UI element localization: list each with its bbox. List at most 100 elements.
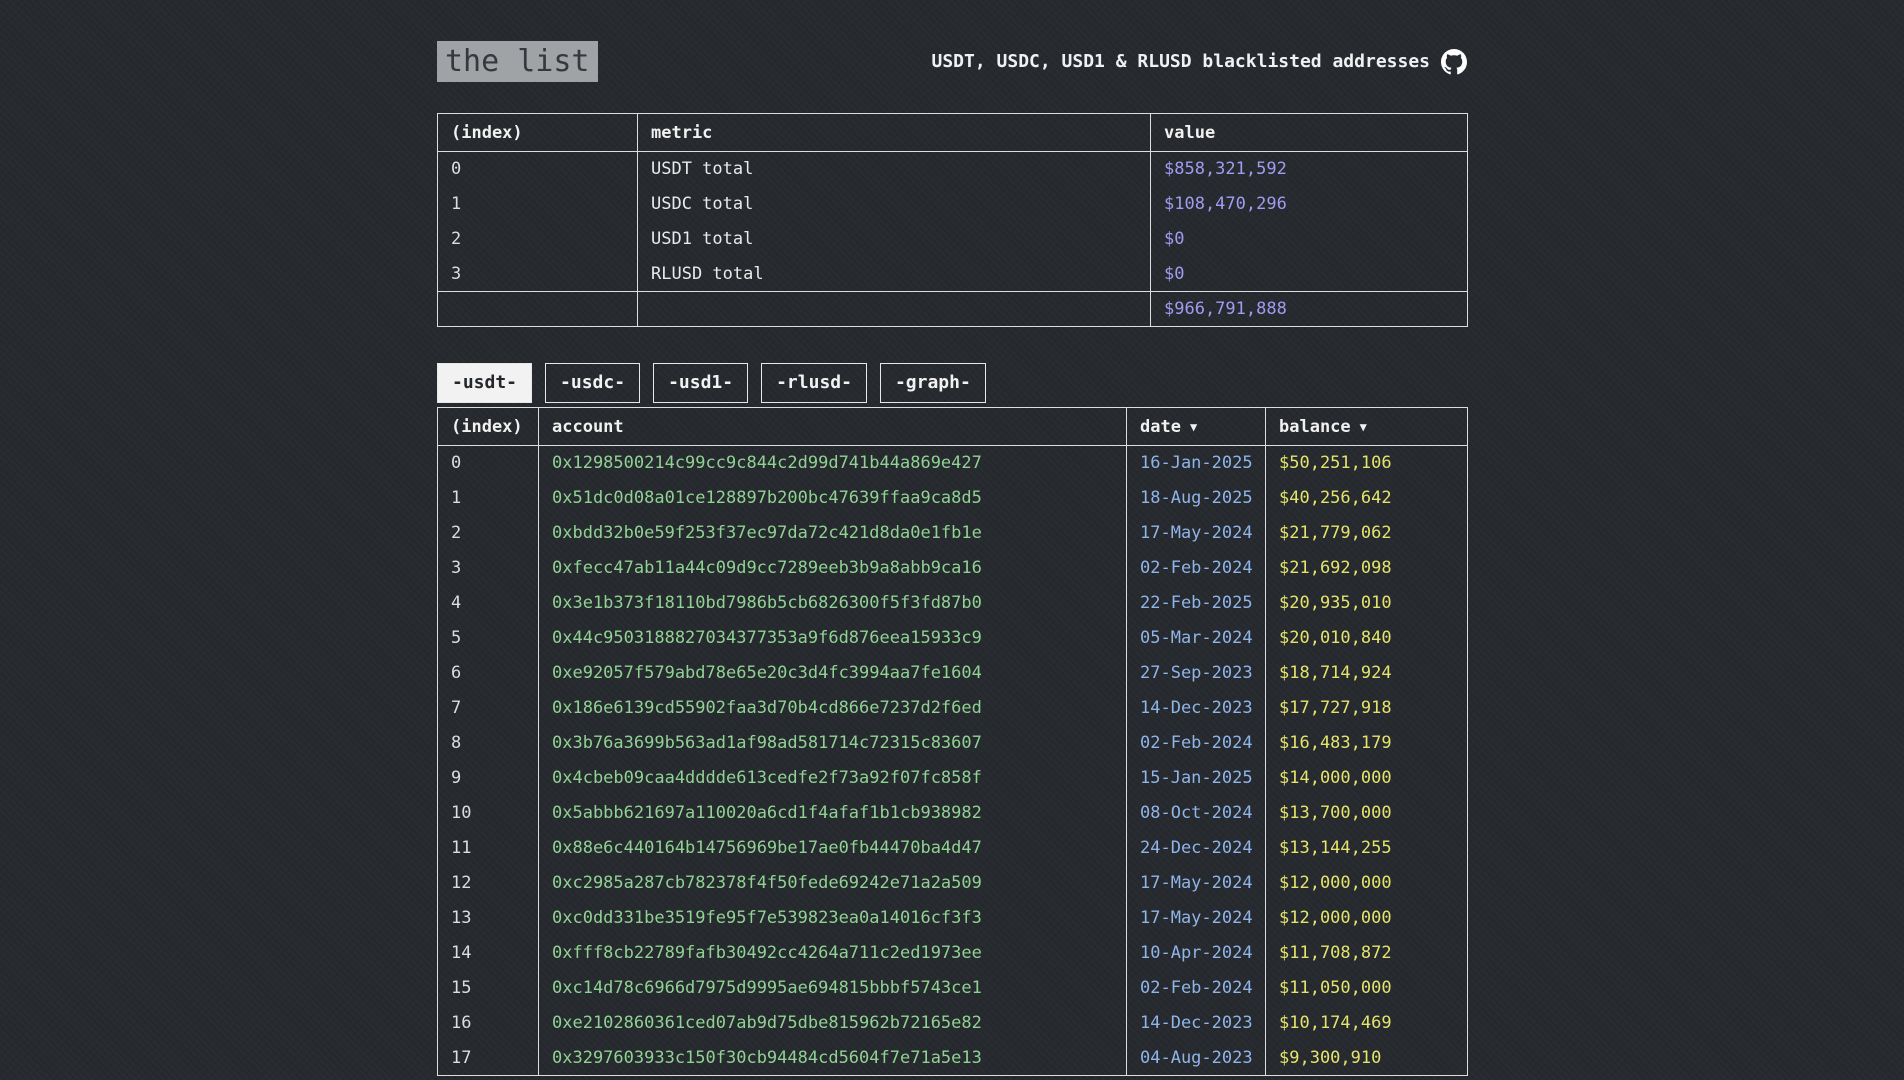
accounts-row-address: 0xe2102860361ced07ab9d75dbe815962b72165e… <box>539 1006 1127 1041</box>
accounts-row: 17 0x3297603933c150f30cb94484cd5604f7e71… <box>438 1041 1468 1076</box>
tab-button[interactable]: -rlusd- <box>761 363 867 403</box>
accounts-row-address: 0x3e1b373f18110bd7986b5cb6826300f5f3fd87… <box>539 586 1127 621</box>
accounts-row-index: 3 <box>438 551 539 586</box>
accounts-row-address: 0x51dc0d08a01ce128897b200bc47639ffaa9ca8… <box>539 481 1127 516</box>
accounts-row-address: 0x3b76a3699b563ad1af98ad581714c72315c836… <box>539 726 1127 761</box>
accounts-row-date: 14-Dec-2023 <box>1127 691 1266 726</box>
summary-row-value: $0 <box>1151 257 1468 292</box>
accounts-row-balance: $17,727,918 <box>1266 691 1468 726</box>
accounts-row-address: 0x44c9503188827034377353a9f6d876eea15933… <box>539 621 1127 656</box>
summary-total-index-cell <box>438 292 638 327</box>
col-label: (index) <box>451 417 523 437</box>
accounts-row-balance: $21,692,098 <box>1266 551 1468 586</box>
accounts-row: 1 0x51dc0d08a01ce128897b200bc47639ffaa9c… <box>438 481 1468 516</box>
accounts-row-address: 0x3297603933c150f30cb94484cd5604f7e71a5e… <box>539 1041 1127 1076</box>
accounts-row-date: 17-May-2024 <box>1127 901 1266 936</box>
accounts-row-index: 2 <box>438 516 539 551</box>
github-icon <box>1441 49 1467 75</box>
accounts-row-address: 0x5abbb621697a110020a6cd1f4afaf1b1cb9389… <box>539 796 1127 831</box>
accounts-row-address: 0xfecc47ab11a44c09d9cc7289eeb3b9a8abb9ca… <box>539 551 1127 586</box>
accounts-row: 10 0x5abbb621697a110020a6cd1f4afaf1b1cb9… <box>438 796 1468 831</box>
accounts-row-date: 17-May-2024 <box>1127 516 1266 551</box>
accounts-row-balance: $9,300,910 <box>1266 1041 1468 1076</box>
accounts-row-balance: $11,708,872 <box>1266 936 1468 971</box>
subtitle: USDT, USDC, USD1 & RLUSD blacklisted add… <box>932 49 1468 75</box>
summary-total-metric-cell <box>638 292 1151 327</box>
col-label: balance <box>1279 417 1351 437</box>
summary-header-row: (index) metric value <box>438 114 1468 152</box>
sort-desc-icon: ▼ <box>1190 420 1197 434</box>
summary-row-index: 0 <box>438 152 638 187</box>
accounts-row-balance: $10,174,469 <box>1266 1006 1468 1041</box>
accounts-row: 15 0xc14d78c6966d7975d9995ae694815bbbf57… <box>438 971 1468 1006</box>
accounts-row-date: 14-Dec-2023 <box>1127 1006 1266 1041</box>
accounts-row-date: 24-Dec-2024 <box>1127 831 1266 866</box>
tab-button[interactable]: -graph- <box>880 363 986 403</box>
summary-col-value: value <box>1151 114 1468 152</box>
accounts-row-date: 02-Feb-2024 <box>1127 971 1266 1006</box>
accounts-row-balance: $18,714,924 <box>1266 656 1468 691</box>
github-link[interactable] <box>1441 49 1467 75</box>
accounts-row-index: 5 <box>438 621 539 656</box>
col-label: date <box>1140 417 1181 437</box>
tab-bar: -usdt- -usdc- -usd1- -rlusd- -graph- <box>437 363 1467 403</box>
accounts-row: 6 0xe92057f579abd78e65e20c3d4fc3994aa7fe… <box>438 656 1468 691</box>
summary-row: 3 RLUSD total $0 <box>438 257 1468 292</box>
summary-row-metric: USDC total <box>638 187 1151 222</box>
summary-row-value: $858,321,592 <box>1151 152 1468 187</box>
accounts-row: 8 0x3b76a3699b563ad1af98ad581714c72315c8… <box>438 726 1468 761</box>
accounts-row-date: 16-Jan-2025 <box>1127 446 1266 481</box>
page-title-text: the list <box>437 41 598 82</box>
summary-table: (index) metric value 0 USDT total $858,3… <box>437 113 1468 327</box>
accounts-row-index: 14 <box>438 936 539 971</box>
accounts-row-index: 15 <box>438 971 539 1006</box>
accounts-row-balance: $21,779,062 <box>1266 516 1468 551</box>
accounts-row-date: 18-Aug-2025 <box>1127 481 1266 516</box>
accounts-col-account: account <box>539 408 1127 446</box>
accounts-row: 3 0xfecc47ab11a44c09d9cc7289eeb3b9a8abb9… <box>438 551 1468 586</box>
accounts-row-index: 6 <box>438 656 539 691</box>
accounts-col-balance[interactable]: balance▼ <box>1266 408 1468 446</box>
accounts-row-date: 17-May-2024 <box>1127 866 1266 901</box>
summary-total-row: $966,791,888 <box>438 292 1468 327</box>
accounts-row-index: 10 <box>438 796 539 831</box>
accounts-row-date: 05-Mar-2024 <box>1127 621 1266 656</box>
summary-row-index: 2 <box>438 222 638 257</box>
accounts-row-index: 7 <box>438 691 539 726</box>
accounts-col-date[interactable]: date ▼ <box>1127 408 1266 446</box>
accounts-row-index: 17 <box>438 1041 539 1076</box>
accounts-row-date: 22-Feb-2025 <box>1127 586 1266 621</box>
subtitle-text: USDT, USDC, USD1 & RLUSD blacklisted add… <box>932 51 1431 72</box>
accounts-row-index: 4 <box>438 586 539 621</box>
accounts-row-index: 12 <box>438 866 539 901</box>
summary-col-index: (index) <box>438 114 638 152</box>
accounts-row-balance: $13,700,000 <box>1266 796 1468 831</box>
tab-button[interactable]: -usd1- <box>653 363 748 403</box>
accounts-row-date: 15-Jan-2025 <box>1127 761 1266 796</box>
summary-row: 2 USD1 total $0 <box>438 222 1468 257</box>
accounts-row-balance: $12,000,000 <box>1266 866 1468 901</box>
tab-button[interactable]: -usdc- <box>545 363 640 403</box>
page: the list USDT, USDC, USD1 & RLUSD blackl… <box>437 0 1467 1076</box>
accounts-row-index: 9 <box>438 761 539 796</box>
accounts-row-index: 13 <box>438 901 539 936</box>
accounts-row-balance: $50,251,106 <box>1266 446 1468 481</box>
tab-button[interactable]: -usdt- <box>437 363 532 403</box>
page-title: the list <box>437 44 598 79</box>
accounts-row: 13 0xc0dd331be3519fe95f7e539823ea0a14016… <box>438 901 1468 936</box>
accounts-row-date: 02-Feb-2024 <box>1127 726 1266 761</box>
accounts-row-date: 10-Apr-2024 <box>1127 936 1266 971</box>
col-label: account <box>552 417 624 437</box>
summary-col-metric: metric <box>638 114 1151 152</box>
accounts-row-index: 1 <box>438 481 539 516</box>
accounts-row-index: 16 <box>438 1006 539 1041</box>
accounts-row-address: 0xe92057f579abd78e65e20c3d4fc3994aa7fe16… <box>539 656 1127 691</box>
summary-row-metric: USDT total <box>638 152 1151 187</box>
accounts-row-address: 0x88e6c440164b14756969be17ae0fb44470ba4d… <box>539 831 1127 866</box>
accounts-header-row: (index) account date ▼ balance▼ <box>438 408 1468 446</box>
accounts-row-address: 0x186e6139cd55902faa3d70b4cd866e7237d2f6… <box>539 691 1127 726</box>
accounts-row-address: 0xbdd32b0e59f253f37ec97da72c421d8da0e1fb… <box>539 516 1127 551</box>
summary-row-index: 3 <box>438 257 638 292</box>
accounts-col-index: (index) <box>438 408 539 446</box>
accounts-row-index: 11 <box>438 831 539 866</box>
